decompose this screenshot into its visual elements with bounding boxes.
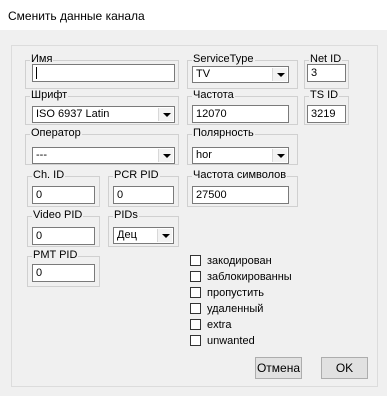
checkbox-box[interactable] (190, 255, 201, 266)
pcr-pid-input[interactable]: 0 (113, 186, 174, 204)
checkbox-label: удаленный (207, 303, 264, 315)
video-pid-input[interactable]: 0 (32, 227, 95, 245)
ok-button[interactable]: OK (321, 357, 368, 379)
operator-select[interactable]: --- (32, 147, 175, 164)
checkbox-label: пропустить (207, 287, 264, 299)
title-bar: Сменить данные канала (0, 0, 387, 30)
ts-id-input[interactable]: 3219 (307, 105, 346, 123)
label-pcr-pid: PCR PID (113, 169, 160, 182)
label-pmt-pid: PMT PID (32, 249, 79, 262)
chevron-down-icon[interactable] (272, 68, 287, 81)
frequency-input[interactable]: 12070 (192, 105, 289, 123)
checkbox-box[interactable] (190, 271, 201, 282)
label-pids: PIDs (113, 209, 139, 222)
net-id-input[interactable]: 3 (307, 64, 346, 82)
label-font: Шрифт (30, 89, 69, 102)
checkbox-label: заблокированны (207, 271, 292, 283)
checkbox-box[interactable] (190, 319, 201, 330)
label-ch-id: Ch. ID (32, 169, 66, 182)
chevron-down-icon[interactable] (158, 149, 173, 162)
label-ts-id: TS ID (309, 89, 340, 102)
label-video-pid: Video PID (32, 209, 84, 222)
checkbox-box[interactable] (190, 303, 201, 314)
name-input[interactable] (32, 64, 175, 82)
checkbox-box[interactable] (190, 335, 201, 346)
checkbox-label: закодирован (207, 255, 272, 267)
pmt-pid-input[interactable]: 0 (32, 264, 95, 282)
checkbox-label: unwanted (207, 335, 255, 347)
ch-id-input[interactable]: 0 (32, 186, 95, 204)
polarity-select[interactable]: hor (192, 147, 289, 164)
label-service-type: ServiceType (192, 53, 255, 66)
font-select[interactable]: ISO 6937 Latin (32, 106, 175, 123)
service-type-select[interactable]: TV (192, 66, 289, 83)
checkbox-label: extra (207, 319, 232, 331)
label-symbol-rate: Частота символов (192, 169, 288, 182)
label-operator: Оператор (30, 127, 82, 140)
chevron-down-icon[interactable] (272, 149, 287, 162)
window-title: Сменить данные канала (8, 9, 145, 23)
chevron-down-icon[interactable] (157, 229, 172, 242)
label-frequency: Частота (192, 89, 235, 102)
text-caret (36, 67, 37, 79)
symbol-rate-input[interactable]: 27500 (192, 186, 289, 204)
checkbox-box[interactable] (190, 287, 201, 298)
pids-select[interactable]: Дец (113, 227, 174, 244)
chevron-down-icon[interactable] (158, 108, 173, 121)
cancel-button[interactable]: Отмена (255, 357, 302, 379)
label-polarity: Полярность (192, 127, 255, 140)
